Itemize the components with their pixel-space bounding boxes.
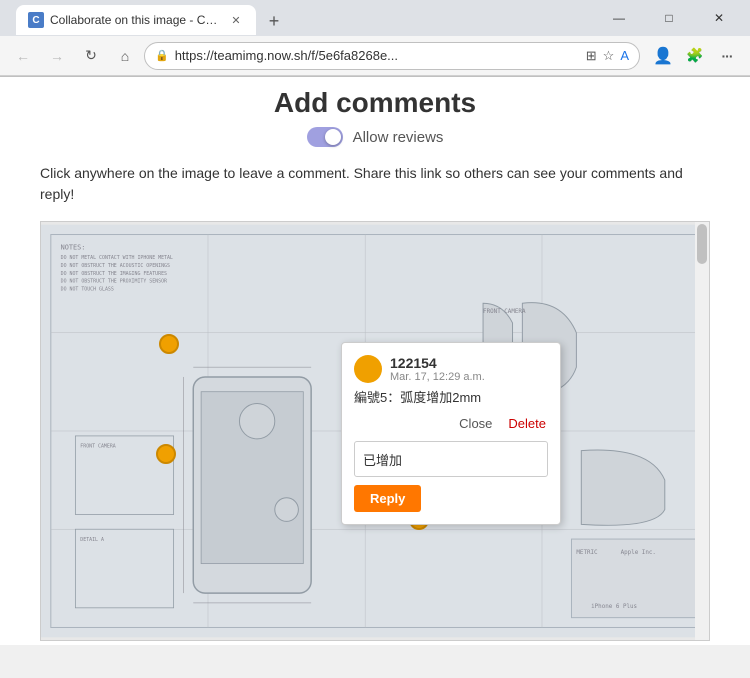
tab-favicon: C	[28, 12, 44, 28]
comment-avatar	[354, 355, 382, 383]
back-button[interactable]: ←	[8, 41, 38, 71]
star-icon: ☆	[603, 48, 615, 64]
scrollbar-track	[695, 222, 709, 640]
lock-icon: 🔒	[155, 49, 169, 62]
extensions-button[interactable]: 🧩	[680, 41, 710, 71]
translate-icon: ⊞	[586, 48, 597, 64]
comment-popup: 122154 Mar. 17, 12:29 a.m. 編號5：弧度增加2mm C…	[341, 342, 561, 525]
home-button[interactable]: ⌂	[110, 41, 140, 71]
reply-input[interactable]	[354, 441, 548, 477]
comment-pin-1[interactable]	[159, 334, 179, 354]
profile-button[interactable]: 👤	[648, 41, 678, 71]
comment-id: 122154	[390, 355, 548, 371]
comment-date: Mar. 17, 12:29 a.m.	[390, 371, 548, 383]
address-text: https://teamimg.now.sh/f/5e6fa8268e...	[175, 48, 580, 63]
address-bar[interactable]: 🔒 https://teamimg.now.sh/f/5e6fa8268e...…	[144, 42, 640, 70]
toggle-knob	[325, 129, 341, 145]
svg-text:NOTES:: NOTES:	[61, 243, 86, 251]
new-tab-button[interactable]: +	[260, 7, 288, 35]
close-comment-button[interactable]: Close	[457, 414, 494, 433]
browser-tab[interactable]: C Collaborate on this image - Com ✕	[16, 5, 256, 35]
svg-text:FRONT CAMERA: FRONT CAMERA	[483, 309, 526, 315]
forward-button[interactable]: →	[42, 41, 72, 71]
allow-reviews-label: Allow reviews	[353, 129, 444, 146]
svg-text:Apple Inc.: Apple Inc.	[621, 550, 656, 556]
svg-text:DO NOT OBSTRUCT THE IMAGING FE: DO NOT OBSTRUCT THE IMAGING FEATURES	[61, 271, 167, 277]
comment-pin-2[interactable]	[156, 444, 176, 464]
minimize-button[interactable]: —	[596, 3, 642, 33]
scrollbar-thumb[interactable]	[697, 224, 707, 264]
allow-reviews-toggle[interactable]	[307, 127, 343, 147]
delete-comment-button[interactable]: Delete	[506, 414, 548, 433]
comment-text: 編號5：弧度增加2mm	[354, 387, 548, 406]
maximize-button[interactable]: □	[646, 3, 692, 33]
svg-text:METRIC: METRIC	[576, 550, 598, 556]
image-container[interactable]: NOTES: DO NOT METAL CONTACT WITH IPHONE …	[40, 221, 710, 641]
tab-close-button[interactable]: ✕	[228, 12, 244, 28]
menu-button[interactable]: ···	[712, 41, 742, 71]
svg-text:iPhone 6 Plus: iPhone 6 Plus	[591, 604, 637, 610]
refresh-button[interactable]: ↻	[76, 41, 106, 71]
svg-text:DO NOT METAL CONTACT WITH IPHO: DO NOT METAL CONTACT WITH IPHONE METAL	[61, 255, 173, 261]
page-title: Add comments	[40, 87, 710, 119]
tab-title: Collaborate on this image - Com	[50, 13, 222, 27]
svg-text:DO NOT OBSTRUCT THE ACOUSTIC O: DO NOT OBSTRUCT THE ACOUSTIC OPENINGS	[61, 263, 170, 269]
reply-button[interactable]: Reply	[354, 485, 421, 512]
window-close-button[interactable]: ✕	[696, 3, 742, 33]
svg-text:FRONT CAMERA: FRONT CAMERA	[80, 444, 115, 450]
translate-btn-icon: A	[620, 48, 629, 63]
svg-text:DO NOT OBSTRUCT THE PROXIMITY: DO NOT OBSTRUCT THE PROXIMITY SENSOR	[61, 279, 167, 285]
svg-text:DO NOT TOUCH GLASS: DO NOT TOUCH GLASS	[61, 287, 114, 293]
svg-text:DETAIL A: DETAIL A	[80, 537, 104, 543]
instructions-text: Click anywhere on the image to leave a c…	[40, 163, 710, 205]
